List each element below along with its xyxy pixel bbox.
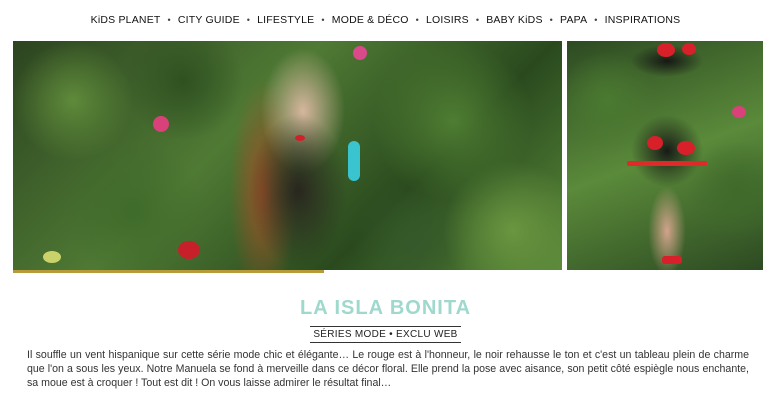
flower-decoration bbox=[627, 161, 707, 166]
image-accent-bar bbox=[13, 270, 324, 273]
flower-decoration bbox=[732, 106, 746, 118]
flower-decoration bbox=[677, 141, 695, 155]
nav-separator: • bbox=[549, 15, 554, 25]
nav-separator: • bbox=[475, 15, 480, 25]
article-excerpt: Il souffle un vent hispanique sur cette … bbox=[27, 349, 749, 389]
hero-side-image[interactable] bbox=[567, 41, 763, 270]
flower-decoration bbox=[657, 43, 675, 57]
flower-decoration bbox=[153, 116, 169, 132]
nav-item-lifestyle[interactable]: LIFESTYLE bbox=[257, 14, 314, 26]
nav-separator: • bbox=[321, 15, 325, 25]
flower-decoration bbox=[178, 241, 200, 259]
article-title[interactable]: LA ISLA BONITA bbox=[0, 297, 771, 320]
nav-item-kids-planet[interactable]: KiDS PLANET bbox=[91, 14, 161, 26]
flower-decoration bbox=[662, 256, 682, 264]
flower-decoration bbox=[43, 251, 61, 263]
nav-item-papa[interactable]: PAPA bbox=[560, 14, 587, 26]
flower-decoration bbox=[295, 135, 305, 141]
flower-decoration bbox=[682, 43, 696, 55]
article-hero[interactable] bbox=[13, 41, 763, 273]
nav-item-city-guide[interactable]: CITY GUIDE bbox=[178, 14, 240, 26]
nav-item-mode-deco[interactable]: MODE & DÉCO bbox=[332, 14, 409, 26]
flower-decoration bbox=[647, 136, 663, 150]
main-nav: KiDS PLANET • CITY GUIDE • LIFESTYLE • M… bbox=[0, 11, 771, 29]
flower-decoration bbox=[353, 46, 367, 60]
article-category[interactable]: SÉRIES MODE • EXCLU WEB bbox=[310, 326, 461, 343]
nav-item-baby-kids[interactable]: BABY KiDS bbox=[486, 14, 542, 26]
hero-main-image[interactable] bbox=[13, 41, 562, 270]
category-wrapper: SÉRIES MODE • EXCLU WEB bbox=[0, 326, 771, 343]
nav-separator: • bbox=[594, 15, 598, 25]
flower-decoration bbox=[348, 141, 360, 181]
nav-separator: • bbox=[415, 15, 419, 25]
nav-separator: • bbox=[246, 15, 251, 25]
nav-item-inspirations[interactable]: INSPIRATIONS bbox=[605, 14, 681, 26]
nav-item-loisirs[interactable]: LOISIRS bbox=[426, 14, 469, 26]
nav-separator: • bbox=[167, 15, 171, 25]
